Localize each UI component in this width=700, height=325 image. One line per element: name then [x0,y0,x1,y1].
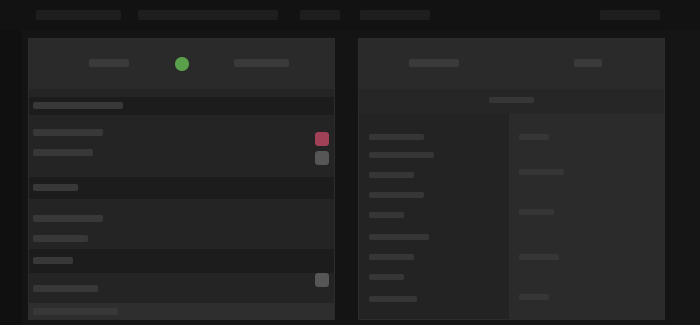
section-title-placeholder [33,102,123,109]
top-bar-segment [600,10,660,20]
list-item-placeholder[interactable] [369,234,429,240]
toggle-red-icon[interactable] [315,132,329,146]
list-item-placeholder[interactable] [369,172,414,178]
tab-label-placeholder[interactable] [89,59,129,67]
top-bar [0,0,700,30]
section-band [29,249,334,273]
left-panel-header [29,39,334,89]
footer-label-placeholder [33,308,118,315]
tab-label-placeholder[interactable] [409,59,459,67]
detail-value-placeholder [519,134,549,140]
field-label-placeholder [33,235,88,242]
left-sidebar [0,30,22,325]
list-item-placeholder[interactable] [369,296,417,302]
right-panel [358,38,665,320]
detail-value-placeholder [519,294,549,300]
left-panel [28,38,335,320]
field-label-placeholder [33,149,93,156]
detail-value-placeholder [519,209,554,215]
right-scroll-area[interactable] [670,30,700,325]
field-label-placeholder [33,129,103,136]
tab-label-placeholder[interactable] [234,59,289,67]
list-item-placeholder[interactable] [369,212,404,218]
detail-value-placeholder [519,254,559,260]
status-indicator-icon [175,57,189,71]
list-item-placeholder[interactable] [369,134,424,140]
toggle-grey-icon[interactable] [315,273,329,287]
section-title-placeholder [33,184,78,191]
header-sub-label-placeholder [489,97,534,103]
list-item-placeholder[interactable] [369,192,424,198]
top-bar-segment [36,10,121,20]
section-title-placeholder [33,257,73,264]
top-bar-segment [300,10,340,20]
section-band [29,97,334,115]
top-bar-segment [360,10,430,20]
left-panel-footer [29,303,334,319]
list-item-placeholder[interactable] [369,152,434,158]
tab-label-placeholder[interactable] [574,59,602,67]
top-bar-segment [138,10,278,20]
detail-value-placeholder [519,169,564,175]
list-item-placeholder[interactable] [369,274,404,280]
right-panel-header [359,39,664,89]
toggle-grey-icon[interactable] [315,151,329,165]
section-band [29,177,334,199]
field-label-placeholder [33,285,98,292]
details-column [509,114,664,319]
list-column [359,114,509,319]
list-item-placeholder[interactable] [369,254,414,260]
field-label-placeholder [33,215,103,222]
